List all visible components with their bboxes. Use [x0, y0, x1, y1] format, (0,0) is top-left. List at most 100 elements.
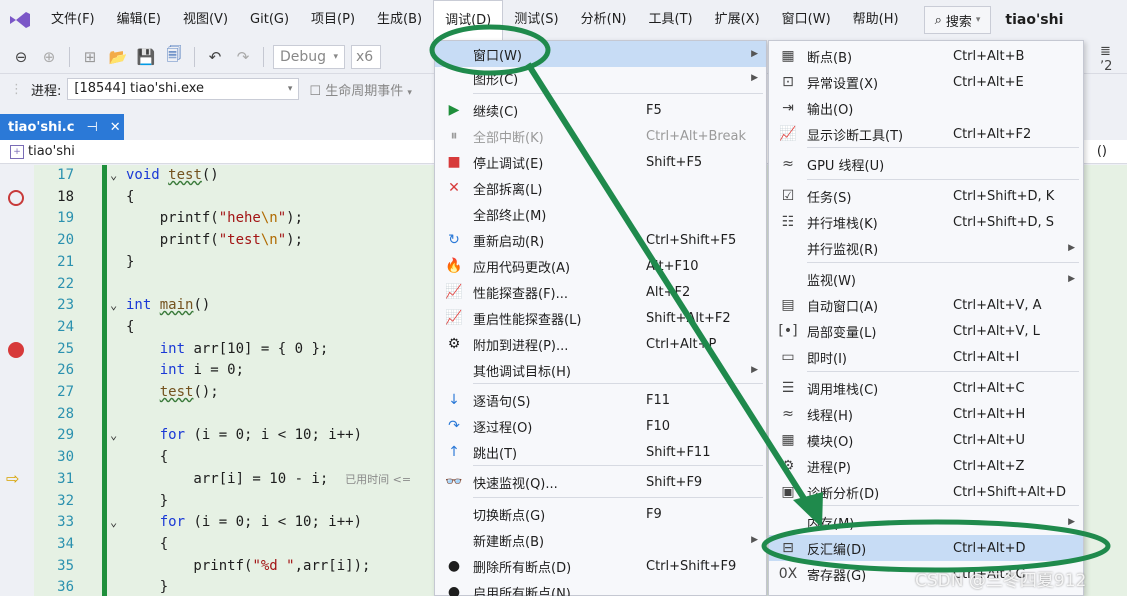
window-menu-item[interactable]: ▦ 断点(B) Ctrl+Alt+B	[769, 43, 1083, 69]
back-icon[interactable]: ⊖	[10, 46, 32, 68]
visual-studio-logo-icon[interactable]	[0, 0, 40, 40]
fold-toggle-icon[interactable]: ⌄	[110, 512, 117, 533]
debug-menu-item[interactable]: 新建断点(B) ▶	[435, 527, 766, 553]
code-text: }	[126, 579, 169, 596]
debug-menu-item[interactable]: 📈 性能探查器(F)... Alt+F2	[435, 279, 766, 305]
solution-platform-dropdown[interactable]: x6	[351, 44, 381, 69]
debug-menu-item[interactable]: ↻ 重新启动(R) Ctrl+Shift+F5	[435, 227, 766, 253]
menu-item-icon: ■	[447, 154, 461, 170]
search-box[interactable]: ⌕ 搜索 ▾	[923, 6, 992, 34]
window-menu-item[interactable]: ⚙ 进程(P) Ctrl+Alt+Z	[769, 453, 1083, 479]
fold-toggle-icon[interactable]: ⌄	[110, 165, 117, 186]
menu-item[interactable]: 调试(D)	[433, 0, 504, 40]
save-icon[interactable]: 💾	[135, 46, 157, 68]
pin-icon[interactable]: ⊣	[86, 120, 97, 135]
solution-configuration-dropdown[interactable]: Debug ▾	[273, 44, 345, 69]
menu-item[interactable]: 视图(V)	[172, 0, 239, 40]
menu-item-icon: ↷	[448, 418, 460, 434]
save-all-icon[interactable]: 🗐	[163, 45, 185, 68]
redo-icon[interactable]: ↷	[232, 46, 254, 68]
window-menu-item[interactable]: ≈ GPU 线程(U)	[769, 151, 1083, 177]
window-menu-item[interactable]: 📈 显示诊断工具(T) Ctrl+Alt+F2	[769, 121, 1083, 147]
undo-icon[interactable]: ↶	[204, 46, 226, 68]
toolbar-separator	[194, 46, 195, 67]
menu-item-label: 输出(O)	[807, 102, 854, 118]
debug-menu-item[interactable]: ● 删除所有断点(D) Ctrl+Shift+F9	[435, 553, 766, 579]
menu-item[interactable]: 生成(B)	[366, 0, 433, 40]
window-menu-item[interactable]: 内存(M) ▶	[769, 509, 1083, 535]
window-menu-item[interactable]: ☑ 任务(S) Ctrl+Shift+D, K	[769, 183, 1083, 209]
line-number: 36	[57, 579, 74, 596]
document-tab[interactable]: tiao'shi.c ⊣ ✕	[0, 114, 124, 140]
menu-item-label: 继续(C)	[473, 104, 519, 120]
menu-item[interactable]: 扩展(X)	[704, 0, 771, 40]
breakpoint-gutter[interactable]: ⇨	[0, 165, 34, 596]
line-number: 26	[57, 362, 74, 379]
menu-item-icon: 🔥	[445, 258, 463, 274]
new-item-icon[interactable]: ⊞	[79, 46, 101, 68]
window-menu-item[interactable]: ☷ 并行堆栈(K) Ctrl+Shift+D, S	[769, 209, 1083, 235]
menu-item[interactable]: 文件(F)	[40, 0, 106, 40]
window-menu-item[interactable]: ▣ 诊断分析(D) Ctrl+Shift+Alt+D	[769, 479, 1083, 505]
disabled-breakpoint-icon[interactable]	[8, 189, 24, 206]
debug-menu-item[interactable]: 窗口(W) ▶	[435, 41, 766, 67]
window-menu-item[interactable]: ▦ 模块(O) Ctrl+Alt+U	[769, 427, 1083, 453]
menu-item[interactable]: 窗口(W)	[771, 0, 842, 40]
debug-menu-item[interactable]: 切换断点(G) F9	[435, 501, 766, 527]
window-menu-item[interactable]: ▭ 即时(I) Ctrl+Alt+I	[769, 344, 1083, 370]
member-dropdown[interactable]: ()	[1097, 144, 1107, 159]
breakpoint-icon[interactable]	[8, 341, 24, 358]
menu-item[interactable]: Git(G)	[239, 0, 300, 40]
debug-menu-item[interactable]: ● 启用所有断点(N)	[435, 579, 766, 596]
lifecycle-events-dropdown[interactable]: ☐ 生命周期事件 ▾	[309, 80, 411, 99]
menu-item-label: 异常设置(X)	[807, 76, 879, 92]
menu-item-label: 显示诊断工具(T)	[807, 128, 904, 144]
process-dropdown[interactable]: [18544] tiao'shi.exe ▾	[67, 78, 300, 100]
window-menu-item[interactable]: ⇥ 输出(O)	[769, 95, 1083, 121]
toolbar-overflow-icon[interactable]: ≣ ʼ2	[1100, 44, 1127, 74]
debug-menu-item[interactable]: 👓 快速监视(Q)... Shift+F9	[435, 469, 766, 495]
code-text: printf("test\n");	[126, 232, 304, 249]
window-menu-item[interactable]: ▤ 自动窗口(A) Ctrl+Alt+V, A	[769, 292, 1083, 318]
code-text: }	[126, 253, 135, 270]
close-icon[interactable]: ✕	[110, 120, 121, 135]
menu-item-shortcut: F11	[646, 392, 671, 408]
menu-item[interactable]: 项目(P)	[300, 0, 366, 40]
menu-item-label: 全部终止(M)	[473, 208, 547, 224]
debug-menu-item[interactable]: ✕ 全部拆离(L)	[435, 175, 766, 201]
debug-menu-item[interactable]: ↓ 逐语句(S) F11	[435, 387, 766, 413]
debug-menu-item[interactable]: 📈 重启性能探查器(L) Shift+Alt+F2	[435, 305, 766, 331]
window-menu-item[interactable]: ☰ 调用堆栈(C) Ctrl+Alt+C	[769, 375, 1083, 401]
debug-menu-item[interactable]: ■ 停止调试(E) Shift+F5	[435, 149, 766, 175]
menu-item[interactable]: 测试(S)	[503, 0, 569, 40]
menu-item-shortcut: Alt+F2	[646, 284, 691, 300]
debug-menu-item[interactable]: ▶ 继续(C) F5	[435, 97, 766, 123]
line-number: 19	[57, 210, 74, 227]
window-menu-item[interactable]: 并行监视(R) ▶	[769, 235, 1083, 261]
window-menu-item[interactable]: ⊡ 异常设置(X) Ctrl+Alt+E	[769, 69, 1083, 95]
menu-item[interactable]: 工具(T)	[638, 0, 704, 40]
open-folder-icon[interactable]: 📂	[107, 46, 129, 68]
debug-menu-item[interactable]: 图形(C) ▶	[435, 65, 766, 91]
menu-item[interactable]: 分析(N)	[570, 0, 638, 40]
window-menu-item[interactable]: [•] 局部变量(L) Ctrl+Alt+V, L	[769, 318, 1083, 344]
debug-menu-item[interactable]: ⏸ 全部中断(K) Ctrl+Alt+Break	[435, 123, 766, 149]
window-menu-item[interactable]: 监视(W) ▶	[769, 266, 1083, 292]
window-menu-item[interactable]: ≈ 线程(H) Ctrl+Alt+H	[769, 401, 1083, 427]
menu-item[interactable]: 编辑(E)	[106, 0, 172, 40]
fold-toggle-icon[interactable]: ⌄	[110, 295, 117, 316]
debug-menu-item[interactable]: ⚙ 附加到进程(P)... Ctrl+Alt+P	[435, 331, 766, 357]
menu-item-icon: ✕	[448, 180, 460, 196]
debug-menu-item[interactable]: 全部终止(M)	[435, 201, 766, 227]
debug-menu-item[interactable]: ↑ 跳出(T) Shift+F11	[435, 439, 766, 465]
forward-icon[interactable]: ⊕	[38, 46, 60, 68]
menu-separator	[807, 179, 1079, 180]
debug-menu-item[interactable]: 🔥 应用代码更改(A) Alt+F10	[435, 253, 766, 279]
menu-item-icon: ⇥	[782, 100, 794, 116]
scope-dropdown[interactable]: tiao'shi	[28, 144, 75, 159]
menu-item[interactable]: 帮助(H)	[842, 0, 910, 40]
debug-menu-item[interactable]: ↷ 逐过程(O) F10	[435, 413, 766, 439]
debug-menu-item[interactable]: 其他调试目标(H) ▶	[435, 357, 766, 383]
window-menu-item[interactable]: ⊟ 反汇编(D) Ctrl+Alt+D	[769, 535, 1083, 561]
fold-toggle-icon[interactable]: ⌄	[110, 425, 117, 446]
